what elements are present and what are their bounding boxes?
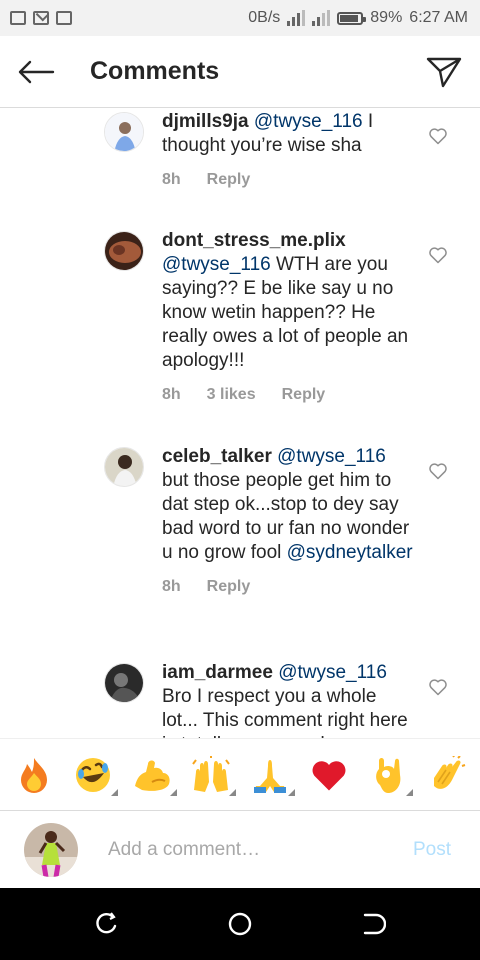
avatar[interactable] [104,112,144,152]
comment-body: djmills9ja @twyse_116 I thought you’re w… [162,110,417,192]
comment-meta: 8h Reply [162,575,417,599]
comment-mention-extra[interactable]: @sydneytalker [287,542,413,563]
image-notification-icon [10,11,26,25]
comment-text: iam_darmee @twyse_116 Bro I respect you … [162,661,417,738]
emoji-fire-button[interactable] [11,752,57,798]
net-speed: 0B/s [248,9,281,26]
ok-hand-icon [375,757,400,793]
my-avatar-image [24,823,78,877]
heart-icon[interactable] [428,245,448,265]
emoji-ok-hand-button[interactable] [365,752,413,798]
comment-username[interactable]: djmills9ja [162,111,249,132]
emoji-bar [0,738,480,810]
post-button[interactable]: Post [413,839,451,861]
battery-icon [337,11,367,25]
fire-icon [20,757,47,793]
emoji-rofl-button[interactable] [70,752,118,798]
heart-icon[interactable] [428,677,448,697]
comment-username[interactable]: dont_stress_me.plix [162,230,346,251]
my-avatar [24,823,78,877]
avatar[interactable] [104,231,144,271]
signal-1-icon [287,10,306,26]
comment-time: 8h [162,578,181,595]
comment-username[interactable]: iam_darmee [162,662,273,683]
emoji-clap-button[interactable] [424,752,470,798]
page-title: Comments [90,57,220,85]
emoji-raised-hands-button[interactable] [188,752,236,798]
heart-icon[interactable] [428,126,448,146]
comment-composer: Post [0,810,480,888]
battery-fill [340,14,359,22]
comment-mention[interactable]: @twyse_116 [277,446,386,467]
comment-mention[interactable]: @twyse_116 [278,662,387,683]
header: Comments [0,36,480,108]
mail-notification-icon [33,11,49,25]
skin-tone-indicator [405,788,413,796]
skin-tone-indicator [228,788,236,796]
flexed-bicep-icon [134,759,170,791]
comment-body: celeb_talker @twyse_116 but those people… [162,445,417,599]
reply-button[interactable]: Reply [282,383,326,407]
comment-message: Bro I respect you a whole lot... This co… [162,686,408,738]
status-icons-right: 0B/s 89% 6:27 AM [248,9,468,27]
comment-meta: 8h Reply [162,168,417,192]
avatar-image [105,448,143,486]
back-button[interactable] [0,36,72,108]
red-heart-icon [312,760,345,790]
rofl-icon [75,757,110,792]
comment-time: 8h [162,171,181,188]
skin-tone-indicator [287,788,295,796]
comment-username[interactable]: celeb_talker [162,446,272,467]
comment-meta: 8h 3 likes Reply [162,383,417,407]
avatar-image [105,232,143,270]
emoji-pray-button[interactable] [247,752,295,798]
comment-list[interactable]: djmills9ja @twyse_116 I thought you’re w… [0,108,480,738]
avatar-image [105,113,143,151]
clock: 6:27 AM [409,9,468,26]
signal-2-icon [312,10,331,26]
heart-icon[interactable] [428,461,448,481]
status-icons-left [10,11,72,25]
clapping-hands-icon [433,755,465,789]
reply-button[interactable]: Reply [207,168,251,192]
avatar[interactable] [104,663,144,703]
comment-text: dont_stress_me.plix @twyse_116 WTH are y… [162,229,417,373]
direct-send-button[interactable] [408,36,480,108]
raised-hands-icon [191,755,230,792]
reply-button[interactable]: Reply [207,575,251,599]
emoji-muscle-button[interactable] [129,752,177,798]
avatar-image [105,664,143,702]
comment-body: dont_stress_me.plix @twyse_116 WTH are y… [162,229,417,407]
recent-apps-button[interactable] [94,911,120,937]
folded-hands-icon [253,759,286,793]
home-button[interactable] [227,911,253,937]
comment-text: djmills9ja @twyse_116 I thought you’re w… [162,110,417,158]
avatar[interactable] [104,447,144,487]
status-bar: 0B/s 89% 6:27 AM [0,0,480,36]
arrow-left-icon [18,60,55,83]
gallery-notification-icon [56,11,72,25]
comment-mention[interactable]: @twyse_116 [254,111,363,132]
emoji-heart-button[interactable] [306,752,352,798]
direct-send-icon [426,57,462,87]
back-nav-button[interactable] [360,911,386,937]
skin-tone-indicator [110,788,118,796]
comment-time: 8h [162,386,181,403]
battery-percent: 89% [370,9,403,26]
comment-body: iam_darmee @twyse_116 Bro I respect you … [162,661,417,738]
comment-text: celeb_talker @twyse_116 but those people… [162,445,417,565]
likes-count[interactable]: 3 likes [207,383,256,407]
system-nav-bar [0,888,480,960]
comment-mention[interactable]: @twyse_116 [162,254,271,275]
skin-tone-indicator [169,788,177,796]
comment-input[interactable] [108,836,398,864]
